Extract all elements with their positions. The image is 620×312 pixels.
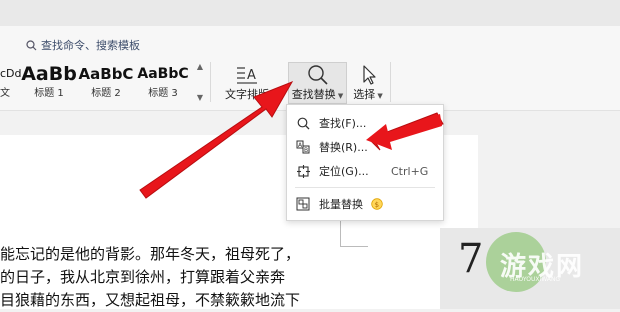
- arrow-to-button-icon: [139, 81, 294, 199]
- annotation-arrows: [139, 81, 444, 199]
